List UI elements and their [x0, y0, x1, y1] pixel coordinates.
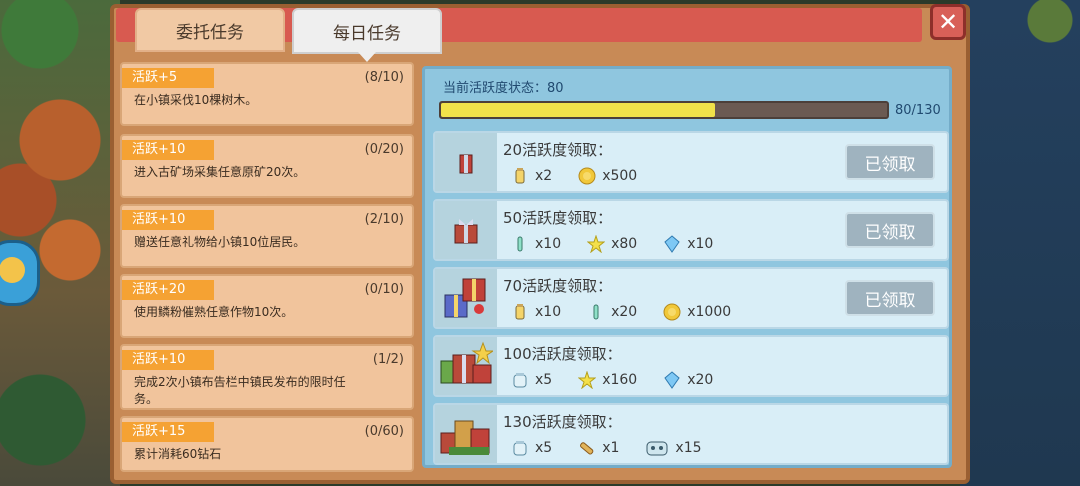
- reward-quantity: x2: [535, 168, 553, 184]
- reward-item: x500: [578, 167, 637, 185]
- task-item: 活跃+10 (1/2) 完成2次小镇布告栏中镇民发布的限时任务。: [120, 344, 414, 410]
- task-progress: (2/10): [364, 212, 404, 227]
- reward-item: x20: [663, 371, 713, 389]
- reward-quantity: x10: [687, 236, 714, 252]
- reward-title: 100活跃度领取：: [503, 345, 622, 363]
- task-progress: (8/10): [364, 70, 404, 85]
- reward-item: x160: [578, 371, 637, 389]
- reward-title: 20活跃度领取：: [503, 141, 613, 159]
- jar-icon: [513, 441, 527, 456]
- task-description: 使用鳞粉催熟任意作物10次。: [134, 305, 294, 319]
- star-icon: [587, 235, 606, 253]
- reward-quantity: x5: [535, 440, 553, 456]
- reward-quantity: x1: [602, 440, 620, 456]
- bottle-icon: [515, 168, 525, 184]
- task-item: 活跃+15 (0/60) 累计消耗60钻石: [120, 416, 414, 472]
- reward-title: 130活跃度领取：: [503, 413, 622, 431]
- reward-item: x15: [645, 439, 702, 457]
- reward-quantity: x80: [611, 236, 638, 252]
- potion-icon: [517, 236, 523, 252]
- task-list: 活跃+5 (8/10) 在小镇采伐10棵树木。 活跃+10 (0/20) 进入古…: [120, 62, 414, 472]
- reward-row: 100活跃度领取： x5 x160 x20: [433, 335, 949, 397]
- star-icon: [578, 371, 597, 389]
- task-item: 活跃+10 (2/10) 赠送任意礼物给小镇10位居民。: [120, 204, 414, 268]
- task-description: 完成2次小镇布告栏中镇民发布的限时任务。: [134, 375, 346, 406]
- task-item: 活跃+20 (0/10) 使用鳞粉催熟任意作物10次。: [120, 274, 414, 338]
- task-description: 累计消耗60钻石: [134, 447, 222, 461]
- reward-quantity: x15: [675, 440, 702, 456]
- gift-pile-icon: [435, 405, 497, 463]
- task-progress: (1/2): [372, 352, 404, 367]
- reward-quantity: x10: [535, 236, 562, 252]
- reward-item: x1000: [663, 303, 731, 321]
- reward-quantity: x160: [602, 372, 638, 388]
- task-activity-tag: 活跃+10: [122, 210, 214, 230]
- tab-daily-tasks[interactable]: 每日任务: [292, 8, 442, 62]
- potion-icon: [593, 304, 599, 320]
- bottle-icon: [515, 304, 525, 320]
- claimed-button[interactable]: 已领取: [845, 212, 935, 248]
- reward-item: x5: [511, 371, 552, 389]
- gift-pile-icon: [435, 337, 497, 395]
- reward-item: x20: [587, 303, 637, 321]
- wood-icon: [580, 442, 594, 455]
- task-activity-tag: 活跃+5: [122, 68, 214, 88]
- reward-row: 20活跃度领取： x2 x500 已领取: [433, 131, 949, 193]
- gift-box-icon: [435, 201, 497, 259]
- reward-quantity: x20: [611, 304, 638, 320]
- task-activity-tag: 活跃+10: [122, 350, 214, 370]
- reward-quantity: x10: [535, 304, 562, 320]
- gift-boxes-icon: [435, 269, 497, 327]
- tab-entrust-tasks[interactable]: 委托任务: [135, 8, 285, 52]
- reward-quantity: x500: [602, 168, 638, 184]
- activity-reward-panel: 当前活跃度状态：80 80/130 20活跃度领取： x2 x500 已领取 5…: [422, 66, 952, 468]
- diamond-icon: [664, 371, 680, 389]
- reward-quantity: x20: [687, 372, 714, 388]
- jar-icon: [513, 373, 527, 388]
- reward-title: 70活跃度领取：: [503, 277, 613, 295]
- reward-row: 50活跃度领取： x10 x80 x10 已领取: [433, 199, 949, 261]
- task-item: 活跃+10 (0/20) 进入古矿场采集任意原矿20次。: [120, 134, 414, 198]
- background-water: [960, 0, 1080, 486]
- claimed-button[interactable]: 已领取: [845, 144, 935, 180]
- gift-box-icon: [435, 133, 497, 191]
- activity-progress-text: 80/130: [895, 103, 941, 118]
- coin-icon: [578, 167, 596, 185]
- reward-title: 50活跃度领取：: [503, 209, 613, 227]
- side-menu-button[interactable]: [0, 240, 40, 306]
- task-progress: (0/20): [364, 142, 404, 157]
- diamond-icon: [664, 235, 680, 253]
- task-description: 进入古矿场采集任意原矿20次。: [134, 165, 306, 179]
- task-progress: (0/60): [364, 424, 404, 439]
- robot-icon: [646, 441, 668, 456]
- reward-item: x5: [511, 439, 552, 457]
- reward-item: x2: [511, 167, 552, 185]
- activity-progress-bar: [439, 101, 889, 119]
- reward-quantity: x5: [535, 372, 553, 388]
- reward-item: x80: [587, 235, 637, 253]
- task-progress: (0/10): [364, 282, 404, 297]
- task-description: 在小镇采伐10棵树木。: [134, 93, 258, 107]
- reward-item: x1: [578, 439, 619, 457]
- task-activity-tag: 活跃+15: [122, 422, 214, 442]
- reward-row: 130活跃度领取： x5 x1 x15: [433, 403, 949, 465]
- claimed-button[interactable]: 已领取: [845, 280, 935, 316]
- close-button[interactable]: ✕: [930, 4, 966, 40]
- reward-item: x10: [663, 235, 713, 253]
- task-description: 赠送任意礼物给小镇10位居民。: [134, 235, 306, 249]
- reward-item: x10: [511, 303, 561, 321]
- activity-progress-fill: [441, 103, 716, 117]
- reward-quantity: x1000: [687, 304, 732, 320]
- coin-icon: [663, 303, 681, 321]
- task-activity-tag: 活跃+10: [122, 140, 214, 160]
- reward-row: 70活跃度领取： x10 x20 x1000 已领取: [433, 267, 949, 329]
- reward-item: x10: [511, 235, 561, 253]
- activity-status-label: 当前活跃度状态：80: [443, 81, 564, 96]
- task-item: 活跃+5 (8/10) 在小镇采伐10棵树木。: [120, 62, 414, 126]
- task-activity-tag: 活跃+20: [122, 280, 214, 300]
